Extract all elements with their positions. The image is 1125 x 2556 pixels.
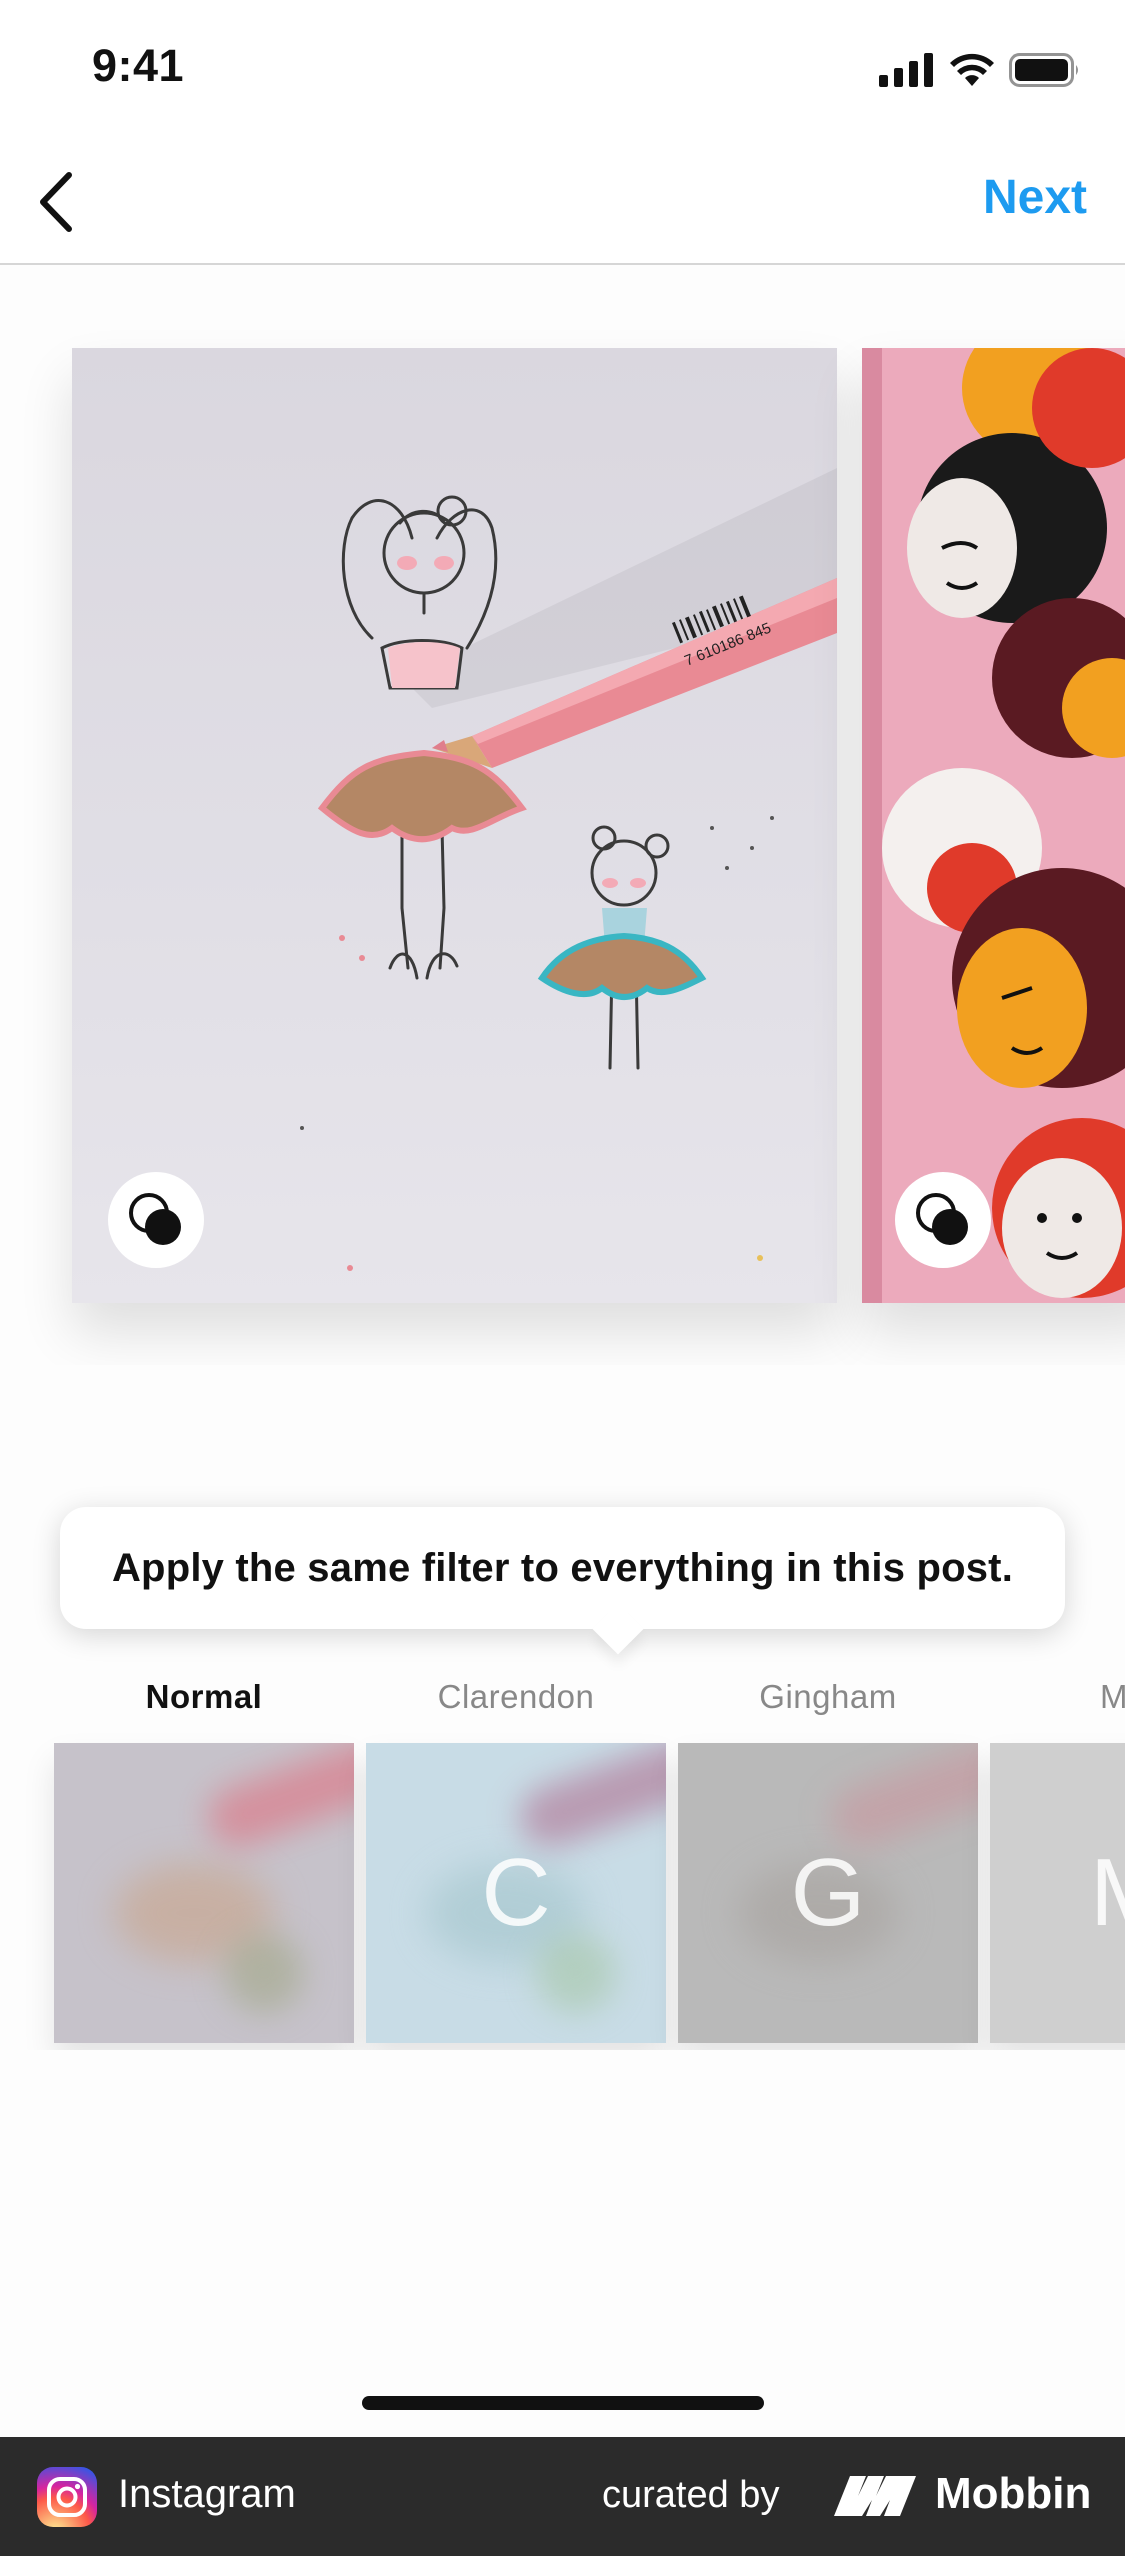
overlapping-circles-icon (129, 1193, 181, 1245)
painted-faces-mural-photo[interactable] (862, 348, 1125, 1303)
status-time: 9:41 (92, 40, 185, 91)
mural-illustration (862, 348, 1125, 1303)
filter-strip[interactable]: Normal Clarendon C Gingham G M M (0, 1670, 1125, 2050)
ballerina-drawing-photo[interactable]: 7 610186 845 (72, 348, 837, 1303)
tooltip-arrow (592, 1603, 644, 1655)
filter-thumb-letter: M (990, 1743, 1125, 2043)
instagram-logo-icon (37, 2467, 97, 2527)
battery-icon (1009, 53, 1078, 87)
filter-label: Clarendon (437, 1678, 595, 1715)
home-indicator[interactable] (362, 2396, 764, 2410)
filter-thumbnail: C (366, 1743, 666, 2043)
tooltip-text: Apply the same filter to everything in t… (111, 1545, 1014, 1590)
filter-next[interactable]: M M (990, 1670, 1125, 2050)
filter-thumbnail: G (678, 1743, 978, 2043)
chevron-left-icon (40, 172, 72, 232)
filter-toggle-button[interactable] (895, 1172, 991, 1268)
attribution-footer: Instagram curated by Mobbin (0, 2437, 1125, 2556)
ballerina-drawing-illustration: 7 610186 845 (300, 468, 837, 1271)
wifi-icon (950, 53, 994, 86)
filter-clarendon[interactable]: Clarendon C (366, 1670, 666, 2050)
back-button[interactable] (16, 162, 96, 242)
next-button[interactable]: Next (983, 170, 1087, 225)
filter-label: M (1100, 1678, 1125, 1715)
filter-label: Gingham (759, 1678, 897, 1715)
cellular-signal-icon (879, 53, 933, 87)
footer-app-name: Instagram (118, 2472, 296, 2516)
filter-thumbnail: M (990, 1743, 1125, 2043)
filter-thumb-letter: C (481, 1839, 551, 1946)
nav-bar: Next (0, 140, 1125, 265)
status-icons (879, 50, 1081, 90)
filter-toggle-button[interactable] (108, 1172, 204, 1268)
filter-thumb-letter (54, 1743, 354, 2043)
footer-brand: Mobbin (935, 2469, 1092, 2518)
filter-tooltip: Apply the same filter to everything in t… (60, 1507, 1065, 1655)
filter-label: Normal (145, 1678, 263, 1715)
mobbin-logo-icon (834, 2476, 916, 2516)
filter-thumbnail (54, 1743, 354, 2043)
filter-normal[interactable]: Normal (54, 1670, 354, 2050)
filter-gingham[interactable]: Gingham G (678, 1670, 978, 2050)
footer-curated-label: curated by (602, 2474, 780, 2516)
media-carousel[interactable]: 7 610186 845 (0, 265, 1125, 1365)
overlapping-circles-icon (916, 1193, 968, 1245)
status-bar: 9:41 (0, 0, 1125, 140)
filter-thumb-letter: G (790, 1839, 866, 1946)
